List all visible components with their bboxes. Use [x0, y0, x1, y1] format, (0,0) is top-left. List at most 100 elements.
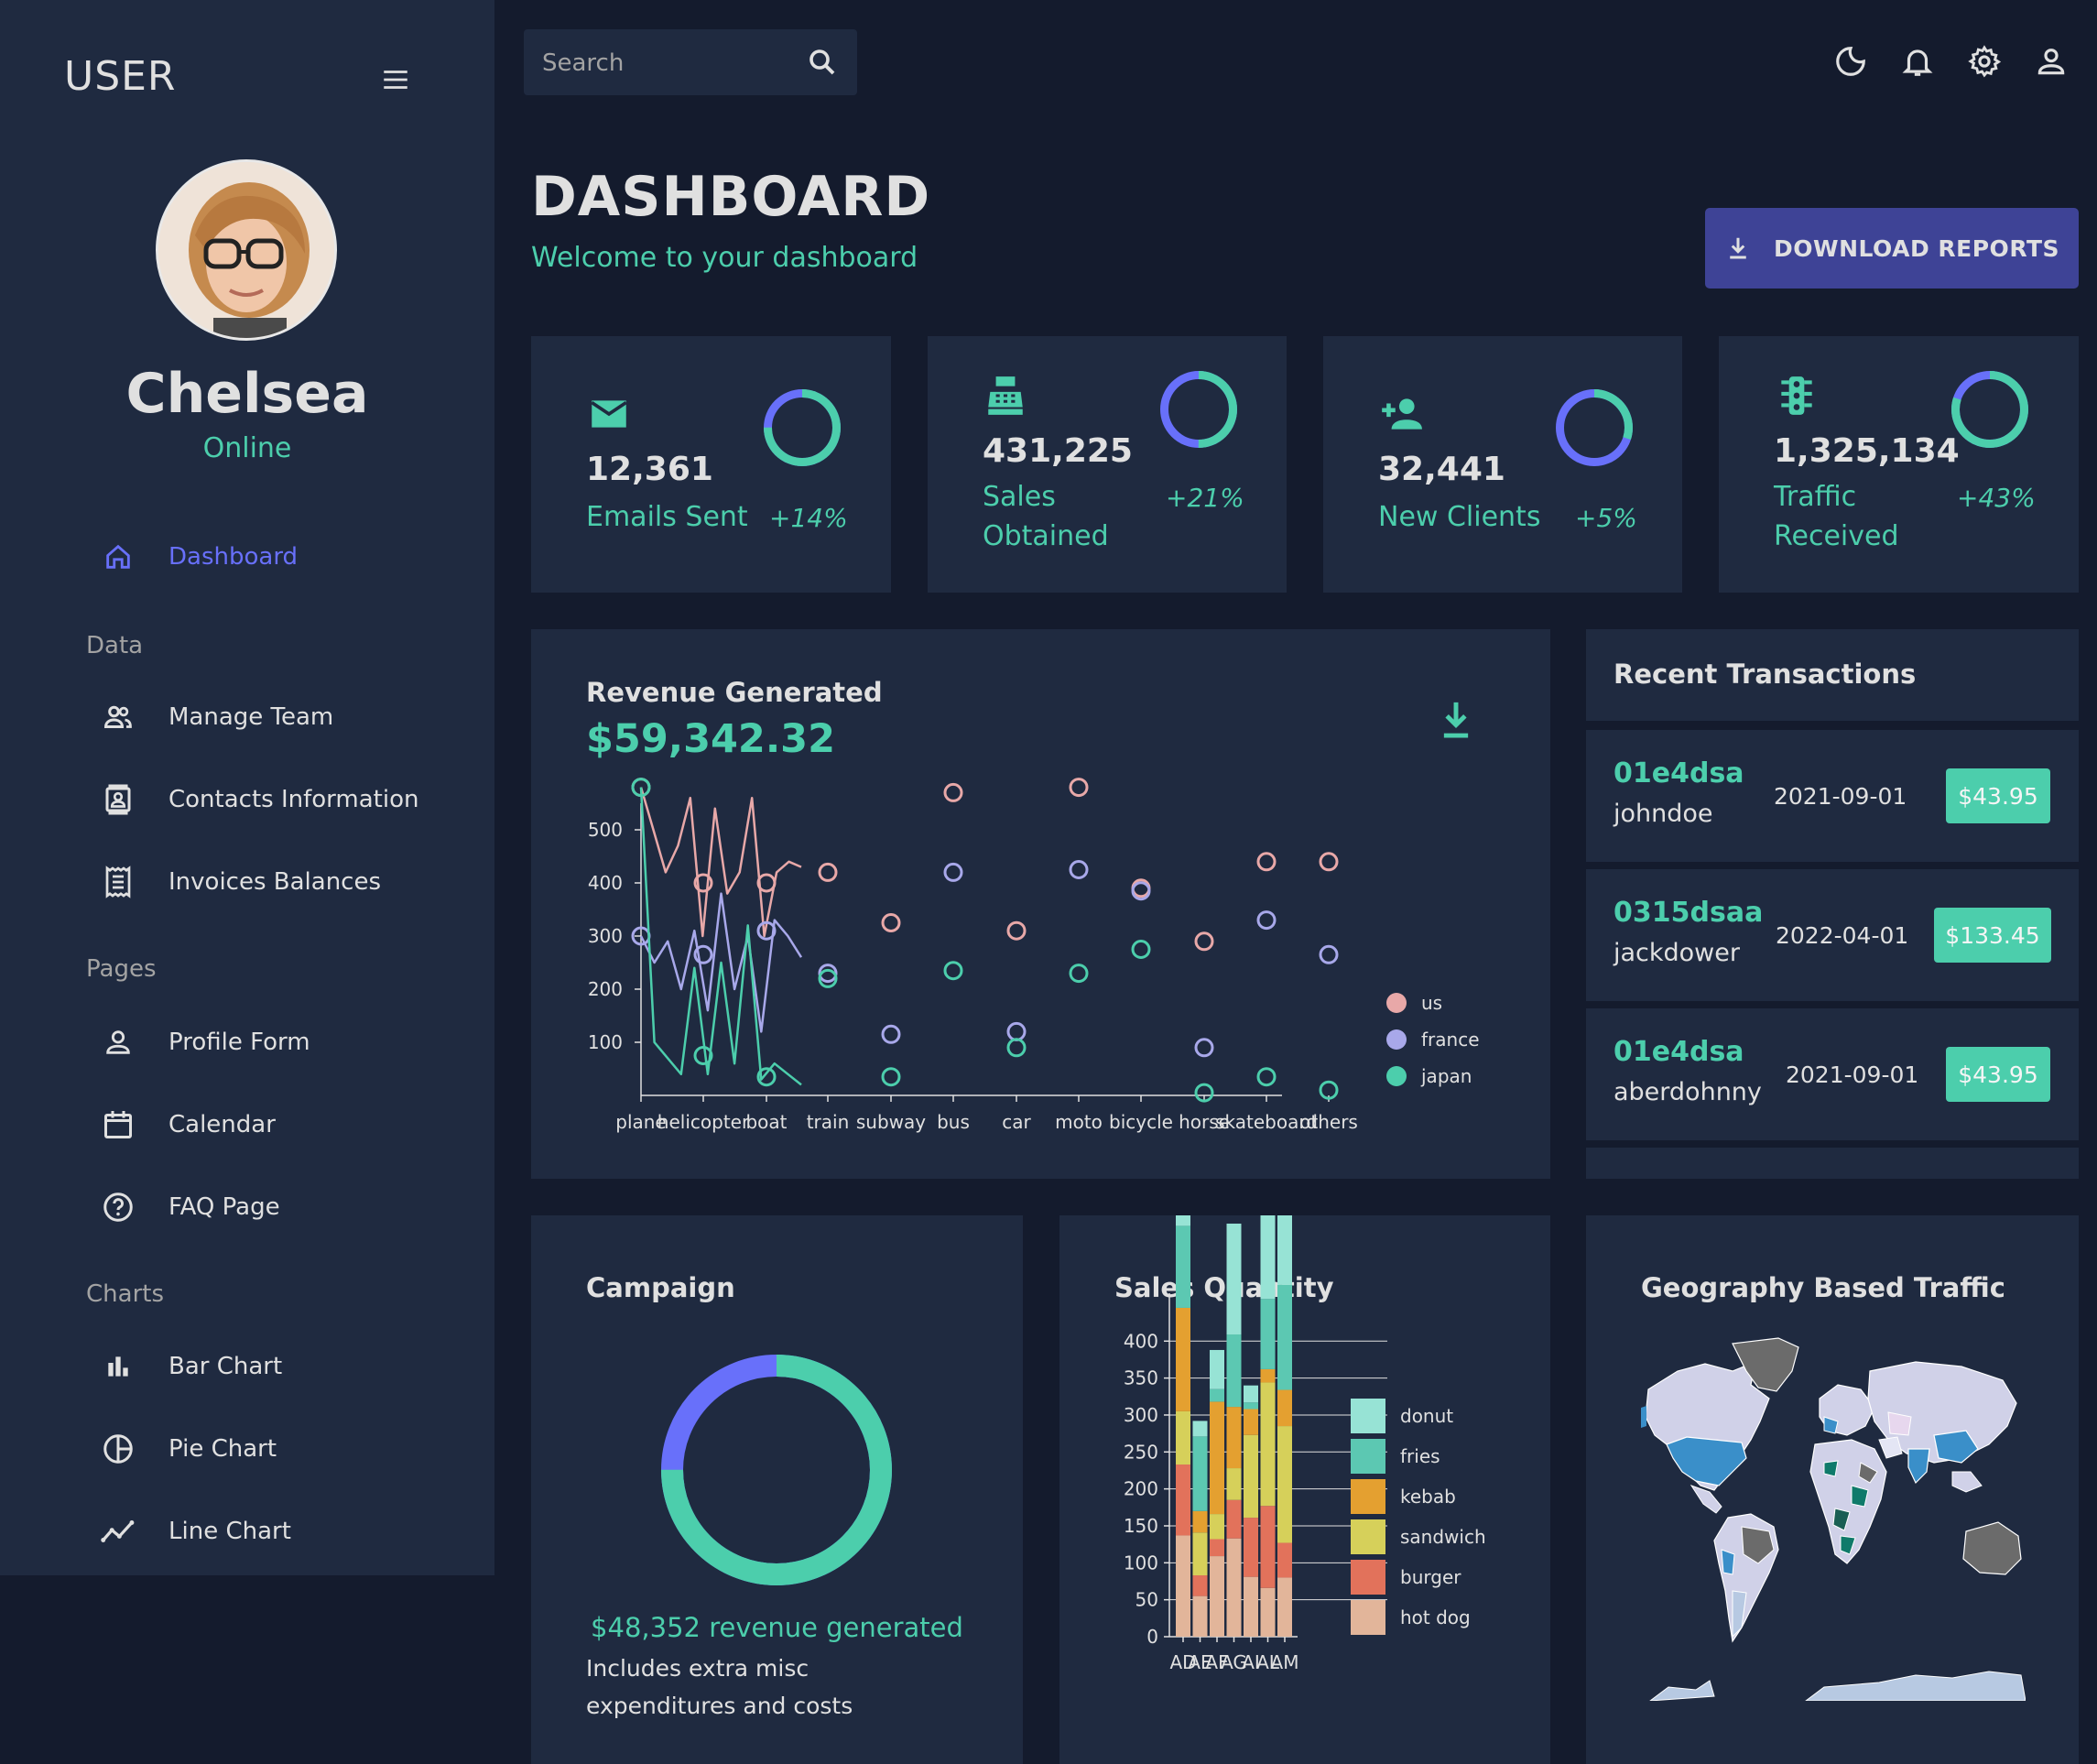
bar-segment [1260, 1299, 1276, 1369]
transaction-user: jackdower [1613, 939, 1740, 967]
bar-segment [1176, 1215, 1190, 1226]
search-icon[interactable] [806, 46, 839, 79]
dark-mode-icon[interactable] [1833, 44, 1868, 79]
data-point [1069, 964, 1089, 984]
data-point [881, 913, 901, 932]
x-tick-label: subway [856, 1111, 926, 1133]
sidebar: USER Chelsea Online Dashboard Data Manag… [0, 0, 494, 1575]
bar-segment [1176, 1410, 1190, 1465]
page-title: DASHBOARD [531, 165, 931, 229]
download-reports-label: DOWNLOAD REPORTS [1773, 234, 2060, 262]
sidebar-item-contacts-information[interactable]: Contacts Information [101, 777, 418, 822]
y-tick-label: 400 [588, 872, 623, 894]
geography-panel: Geography Based Traffic [1586, 1215, 2079, 1764]
data-point [1256, 910, 1277, 931]
bar-segment [1176, 1465, 1190, 1536]
transaction-date: 2021-09-01 [1786, 1062, 1919, 1088]
stat-label: New Clients [1378, 501, 1541, 533]
settings-icon[interactable] [1967, 44, 2002, 79]
legend-label: sandwich [1400, 1526, 1486, 1548]
x-tick-label: others [1299, 1111, 1358, 1133]
download-reports-button[interactable]: DOWNLOAD REPORTS [1705, 208, 2079, 289]
data-point [1069, 778, 1089, 798]
x-tick-label: car [1002, 1111, 1031, 1133]
stat-increase: +14% [769, 503, 848, 533]
person-icon[interactable] [2034, 44, 2069, 79]
progress-ring [1160, 371, 1237, 448]
y-tick-label: 300 [588, 925, 623, 947]
stat-card-traffic: 1,325,134 Traffic Received +43% [1719, 336, 2079, 593]
download-icon [1730, 237, 1746, 259]
bar-segment [1226, 1538, 1242, 1637]
bar-segment [1244, 1385, 1258, 1403]
sidebar-brand: USER [64, 53, 177, 100]
x-tick-label: AM [1271, 1651, 1299, 1673]
search-input[interactable] [540, 29, 782, 97]
transaction-row: 0315dsaa jackdower 2022-04-01 $133.45 [1586, 869, 2079, 1001]
sidebar-item-line-chart[interactable]: Line Chart [101, 1508, 291, 1554]
pie-chart-icon [101, 1432, 136, 1466]
legend-marker [1351, 1439, 1385, 1474]
sidebar-item-pie-chart[interactable]: Pie Chart [101, 1426, 277, 1472]
stat-increase: +21% [1166, 483, 1244, 513]
bar-chart-icon [101, 1349, 136, 1384]
legend-marker [1386, 1066, 1407, 1086]
sidebar-item-bar-chart[interactable]: Bar Chart [101, 1344, 282, 1389]
stat-value: 32,441 [1378, 451, 1505, 488]
data-point [1006, 1021, 1027, 1041]
stat-value: 12,361 [586, 451, 713, 488]
sidebar-item-label: Line Chart [168, 1518, 291, 1545]
stat-card-emails: 12,361 Emails Sent +14% [531, 336, 891, 593]
legend-label: donut [1400, 1405, 1453, 1427]
legend-marker [1351, 1600, 1385, 1635]
x-tick-label: bicycle [1109, 1111, 1173, 1133]
bar-segment [1210, 1388, 1224, 1402]
data-point [881, 1024, 901, 1044]
sidebar-item-calendar[interactable]: Calendar [101, 1102, 276, 1148]
stat-increase: +5% [1575, 503, 1637, 533]
x-tick-label: boat [745, 1111, 787, 1133]
notifications-icon[interactable] [1900, 44, 1935, 79]
stat-value: 431,225 [983, 432, 1133, 470]
data-point [1131, 940, 1151, 959]
transaction-id: 01e4dsa [1613, 1036, 1744, 1068]
sidebar-item-manage-team[interactable]: Manage Team [101, 694, 333, 740]
campaign-note: Includes extra misc expenditures and cos… [586, 1655, 853, 1719]
home-icon [101, 539, 136, 574]
sidebar-item-faq-page[interactable]: FAQ Page [101, 1184, 280, 1230]
campaign-revenue: $48,352 revenue generated [591, 1612, 963, 1643]
sidebar-item-profile-form[interactable]: Profile Form [101, 1019, 310, 1065]
traffic-icon [1781, 376, 1812, 415]
data-point [881, 1067, 901, 1087]
x-tick-label: bus [937, 1111, 970, 1133]
transaction-date: 2022-04-01 [1776, 922, 1909, 949]
y-tick-label: 200 [1124, 1478, 1158, 1500]
timeline-icon [101, 1514, 136, 1549]
menu-icon[interactable] [380, 64, 411, 95]
data-point [1319, 852, 1339, 872]
bar-segment [1226, 1334, 1242, 1408]
sidebar-item-invoices-balances[interactable]: Invoices Balances [101, 859, 381, 905]
transactions-header: Recent Transactions [1586, 629, 2079, 721]
y-tick-label: 500 [588, 819, 623, 841]
bar-segment [1260, 1368, 1276, 1383]
sidebar-item-dashboard[interactable]: Dashboard [101, 534, 298, 580]
transaction-user: aberdohnny [1613, 1078, 1762, 1106]
sidebar-item-label: FAQ Page [168, 1193, 280, 1221]
y-tick-label: 150 [1124, 1515, 1158, 1537]
bar-segment [1210, 1539, 1224, 1557]
legend-marker [1351, 1479, 1385, 1514]
bar-segment [1244, 1518, 1258, 1577]
user-name: Chelsea [125, 362, 369, 426]
geography-title: Geography Based Traffic [1641, 1272, 2005, 1303]
bar-segment [1210, 1349, 1224, 1389]
sales-quantity-bar-chart: 050100150200250300350400ADAEAFAGAIALAMdo… [1124, 1215, 1486, 1673]
data-point [1069, 860, 1089, 879]
calendar-icon [101, 1107, 136, 1142]
search-box [524, 29, 857, 97]
legend-marker [1351, 1519, 1385, 1554]
bar-segment [1277, 1284, 1292, 1390]
page-subtitle: Welcome to your dashboard [531, 242, 918, 274]
bar-segment [1192, 1421, 1208, 1437]
legend-marker [1386, 993, 1407, 1013]
